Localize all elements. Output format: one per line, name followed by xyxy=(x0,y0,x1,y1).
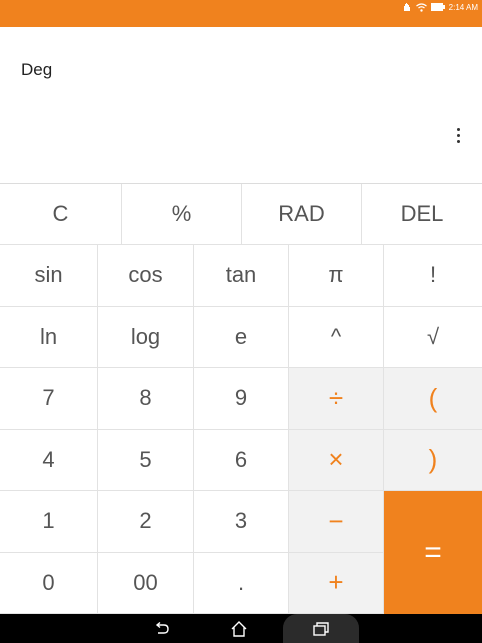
factorial-button[interactable]: ! xyxy=(384,245,482,307)
digit-9-button[interactable]: 9 xyxy=(194,368,289,430)
pi-button[interactable]: π xyxy=(289,245,384,307)
e-button[interactable]: e xyxy=(194,306,289,368)
calculator-display: Deg xyxy=(0,27,482,184)
wifi-icon xyxy=(415,2,427,12)
digit-2-button[interactable]: 2 xyxy=(98,491,194,553)
close-paren-button[interactable]: ) xyxy=(384,429,482,491)
hand-icon xyxy=(402,2,412,12)
home-icon[interactable] xyxy=(219,617,259,641)
add-button[interactable]: + xyxy=(289,552,384,614)
digit-1-button[interactable]: 1 xyxy=(0,491,98,553)
divide-button[interactable]: ÷ xyxy=(289,368,384,430)
recent-apps-icon[interactable] xyxy=(301,617,341,641)
open-paren-button[interactable]: ( xyxy=(384,368,482,430)
angle-mode-label: Deg xyxy=(21,60,53,79)
power-button[interactable]: ^ xyxy=(289,306,384,368)
digit-3-button[interactable]: 3 xyxy=(194,491,289,553)
more-vertical-icon[interactable] xyxy=(448,123,468,147)
multiply-button[interactable]: × xyxy=(289,429,384,491)
status-icons: 2:14 AM xyxy=(402,1,478,13)
digit-6-button[interactable]: 6 xyxy=(194,429,289,491)
equals-button[interactable]: = xyxy=(384,491,482,614)
double-zero-button[interactable]: 00 xyxy=(98,552,194,614)
battery-icon xyxy=(430,3,445,11)
clear-button[interactable]: C xyxy=(0,184,122,245)
ln-button[interactable]: ln xyxy=(0,306,98,368)
digit-8-button[interactable]: 8 xyxy=(98,368,194,430)
tan-button[interactable]: tan xyxy=(194,245,289,307)
keypad: C % RAD DEL sin cos tan π ! ln log e ^ √… xyxy=(0,184,482,614)
digit-5-button[interactable]: 5 xyxy=(98,429,194,491)
status-bar: 2:14 AM xyxy=(0,0,482,27)
subtract-button[interactable]: − xyxy=(289,491,384,553)
cos-button[interactable]: cos xyxy=(98,245,194,307)
navigation-bar xyxy=(0,614,482,643)
digit-7-button[interactable]: 7 xyxy=(0,368,98,430)
delete-button[interactable]: DEL xyxy=(362,184,482,245)
decimal-point-button[interactable]: . xyxy=(194,552,289,614)
sin-button[interactable]: sin xyxy=(0,245,98,307)
percent-button[interactable]: % xyxy=(122,184,242,245)
back-icon[interactable] xyxy=(142,617,182,641)
digit-4-button[interactable]: 4 xyxy=(0,429,98,491)
rad-toggle-button[interactable]: RAD xyxy=(242,184,362,245)
log-button[interactable]: log xyxy=(98,306,194,368)
digit-0-button[interactable]: 0 xyxy=(0,552,98,614)
status-time: 2:14 AM xyxy=(448,2,478,12)
sqrt-button[interactable]: √ xyxy=(384,306,482,368)
keypad-grid: sin cos tan π ! ln log e ^ √ 7 8 9 ÷ ( 4… xyxy=(0,245,482,614)
keypad-top-row: C % RAD DEL xyxy=(0,184,482,245)
